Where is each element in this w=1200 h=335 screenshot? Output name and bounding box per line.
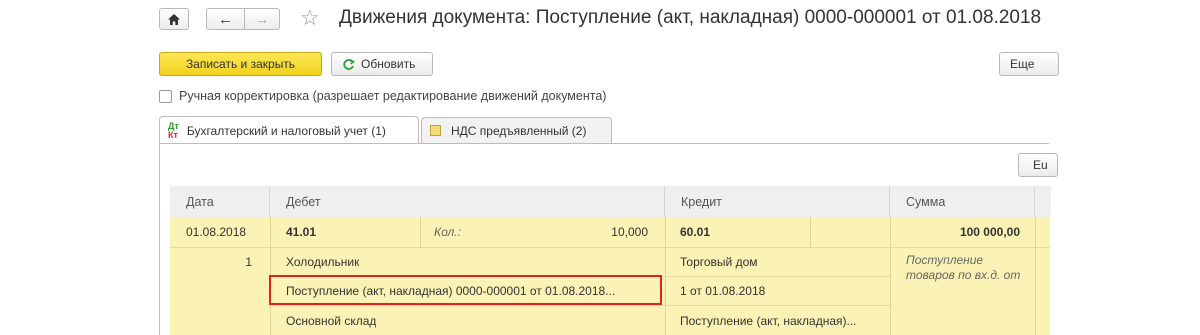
grid-line	[810, 217, 811, 247]
more-button[interactable]: Еще	[999, 52, 1059, 76]
line-number-cell: 1	[245, 255, 252, 269]
arrow-right-icon: →	[254, 10, 270, 28]
column-header-debit[interactable]: Дебет	[270, 186, 665, 217]
manual-correction-label: Ручная корректировка (разрешает редактир…	[179, 89, 607, 103]
arrow-left-icon: ←	[218, 10, 233, 28]
grid-line	[890, 217, 891, 335]
grid-line	[170, 247, 1050, 248]
forward-button[interactable]: →	[244, 8, 280, 30]
refresh-label: Обновить	[361, 57, 416, 71]
column-header-credit[interactable]: Кредит	[665, 186, 890, 217]
home-button[interactable]	[159, 8, 189, 30]
column-header-date[interactable]: Дата	[170, 186, 270, 217]
movements-table: Дата Дебет Кредит Сумма 01.08.2018 41.01…	[170, 186, 1051, 335]
more-label: Еще	[1010, 57, 1035, 71]
amount-cell: 100 000,00	[959, 225, 1020, 239]
tab-divider	[159, 143, 1049, 144]
column-header-extra	[1035, 186, 1051, 217]
tab-accounting-label: Бухгалтерский и налоговый учет (1)	[186, 123, 386, 138]
grid-line	[420, 217, 421, 247]
quantity-label: Кол.:	[434, 225, 461, 239]
save-and-close-label: Записать и закрыть	[185, 57, 296, 71]
accounting-register-icon: Дт Кт	[168, 120, 179, 140]
tab-vat-label: НДС предъявленный (2)	[451, 123, 587, 138]
highlight-frame	[269, 275, 662, 305]
grid-more-label: Eu	[1033, 158, 1048, 172]
debit-subconto-3: Основной склад	[286, 314, 377, 328]
credit-subconto-3: Поступление (акт, накладная)...	[680, 314, 857, 328]
date-cell: 01.08.2018	[186, 225, 247, 239]
page-title: Движения документа: Поступление (акт, на…	[339, 7, 1042, 28]
tab-accounting[interactable]: Дт Кт Бухгалтерский и налоговый учет (1)	[159, 116, 419, 144]
manual-correction-checkbox[interactable]	[159, 90, 172, 103]
quantity-value: 10,000	[611, 225, 648, 239]
grid-line	[270, 305, 890, 306]
credit-subconto-1: Торговый дом	[680, 255, 758, 269]
grid-line	[1035, 217, 1036, 335]
save-and-close-button[interactable]: Записать и закрыть	[159, 52, 322, 76]
debit-account-cell: 41.01	[286, 225, 317, 239]
favorite-star-icon[interactable]: ☆	[300, 5, 320, 31]
column-header-amount[interactable]: Сумма	[890, 186, 1035, 217]
panel-border	[159, 143, 160, 335]
debit-subconto-1: Холодильник	[286, 255, 360, 269]
back-button[interactable]: ←	[206, 8, 244, 30]
home-icon	[168, 13, 180, 25]
refresh-button[interactable]: Обновить	[331, 52, 433, 76]
credit-subconto-2: 1 от 01.08.2018	[680, 284, 766, 298]
grid-more-button[interactable]: Eu	[1018, 153, 1058, 177]
tab-vat[interactable]: НДС предъявленный (2)	[421, 117, 612, 143]
refresh-icon	[343, 58, 355, 70]
vat-register-icon	[430, 125, 441, 136]
content-cell: Поступление товаров по вх.д. от	[906, 253, 1021, 282]
credit-account-cell: 60.01	[680, 225, 711, 239]
